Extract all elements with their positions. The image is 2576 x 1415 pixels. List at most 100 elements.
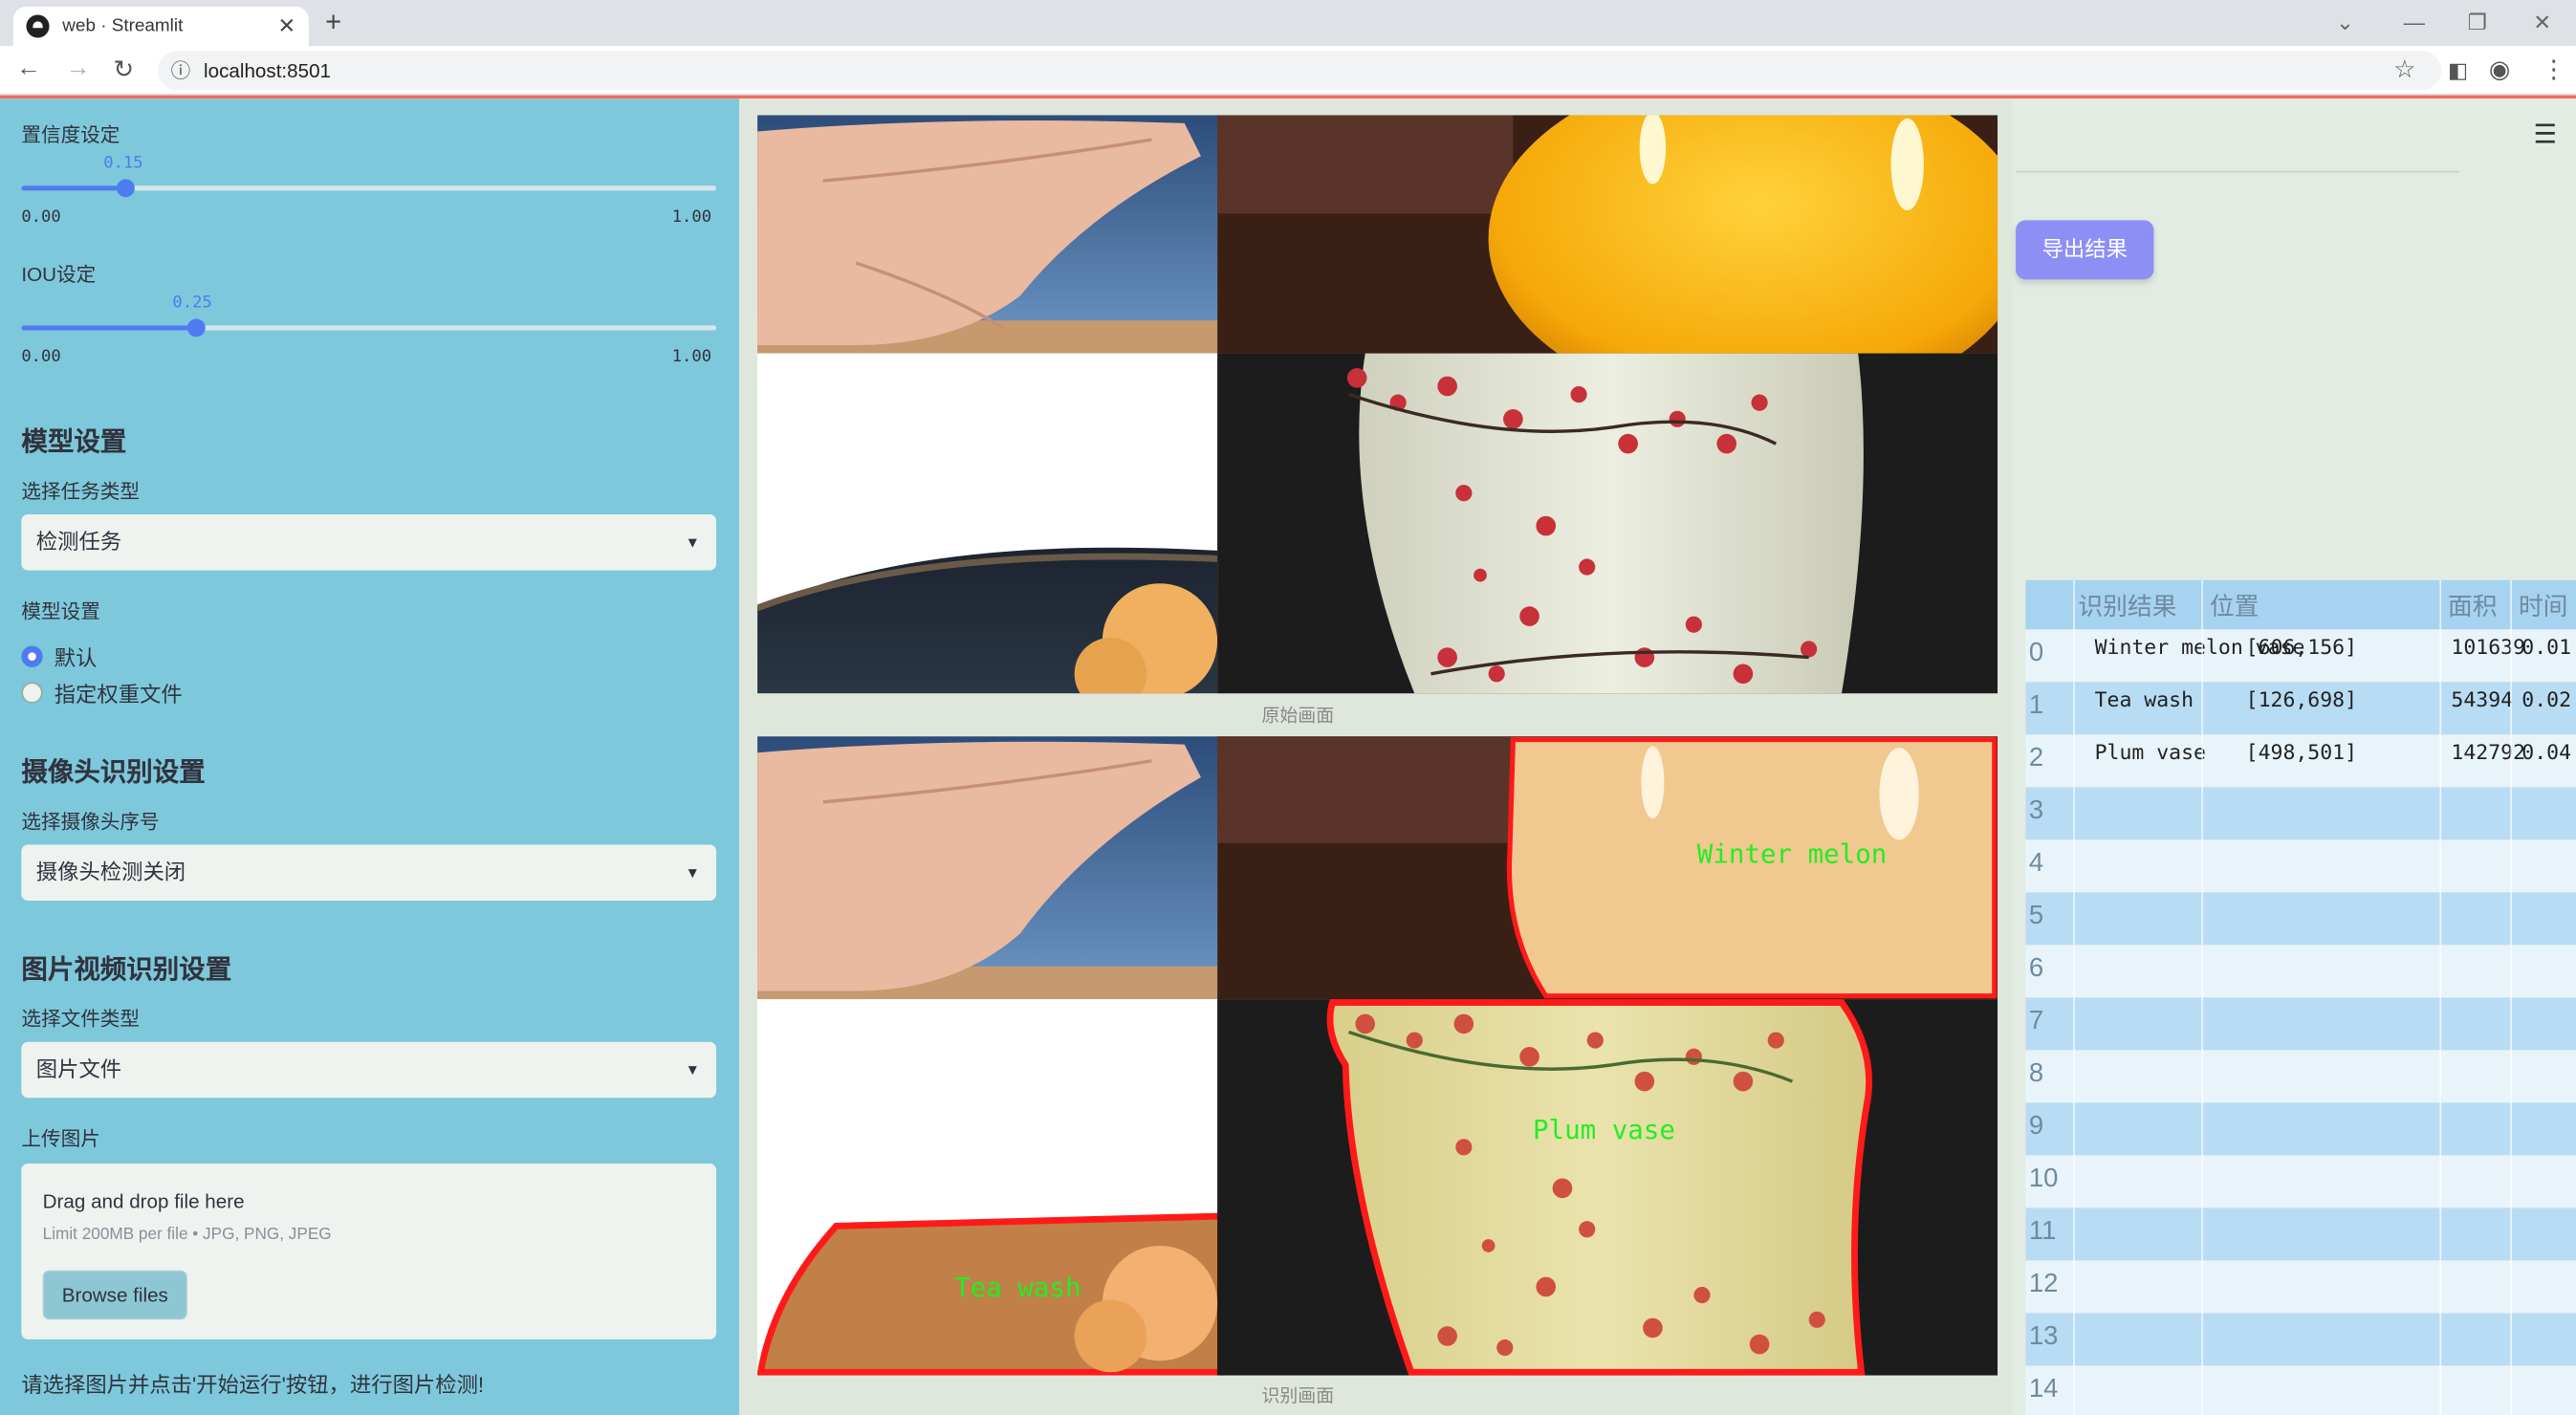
cell-area: 101639 xyxy=(2451,634,2526,660)
confidence-min: 0.00 xyxy=(21,208,61,228)
close-window-icon[interactable]: ✕ xyxy=(2533,10,2551,36)
header-area[interactable]: 面积 xyxy=(2448,588,2498,622)
table-row[interactable]: 14 xyxy=(2025,1365,2576,1415)
iou-slider[interactable] xyxy=(21,318,717,337)
back-icon[interactable]: ← xyxy=(16,54,41,82)
radio-default[interactable]: 默认 xyxy=(21,641,97,672)
info-icon[interactable]: ⓘ xyxy=(171,51,191,90)
upload-title: Drag and drop file here xyxy=(42,1189,245,1213)
profile-avatar-icon[interactable]: ◉ xyxy=(2489,54,2510,83)
column-divider xyxy=(2510,579,2512,1415)
radio-unselected-icon xyxy=(21,682,43,704)
row-index: 5 xyxy=(2028,902,2044,930)
table-row[interactable]: 2 Plum vase [498,501] 142792 0.04 xyxy=(2025,734,2576,788)
table-row[interactable]: 6 xyxy=(2025,945,2576,998)
plum-detection-label: Plum vase xyxy=(1533,1115,1675,1145)
restore-icon[interactable]: ❐ xyxy=(2468,10,2487,36)
row-index: 13 xyxy=(2028,1322,2059,1351)
table-row[interactable]: 7 xyxy=(2025,997,2576,1051)
row-index: 1 xyxy=(2028,691,2044,720)
row-index: 14 xyxy=(2028,1375,2059,1404)
confidence-slider-fill xyxy=(21,185,126,191)
row-index: 12 xyxy=(2028,1270,2059,1298)
original-image-canvas xyxy=(757,115,1998,694)
radio-selected-icon xyxy=(21,645,43,667)
cell-area: 54394 xyxy=(2451,686,2514,712)
row-index: 3 xyxy=(2028,796,2044,825)
original-caption: 原始画面 xyxy=(1261,707,1335,727)
row-index: 8 xyxy=(2028,1059,2044,1088)
model-setting-label: 模型设置 xyxy=(21,599,100,623)
table-row[interactable]: 11 xyxy=(2025,1208,2576,1261)
url-text: localhost:8501 xyxy=(204,58,332,82)
browser-tab[interactable]: web · Streamlit ✕ xyxy=(12,6,310,47)
cell-result: Plum vase xyxy=(2094,739,2206,765)
iou-value: 0.25 xyxy=(172,294,212,313)
table-row[interactable]: 3 xyxy=(2025,787,2576,840)
iou-slider-fill xyxy=(21,325,196,331)
bookmark-star-icon[interactable]: ☆ xyxy=(2393,54,2415,83)
header-time[interactable]: 时间 xyxy=(2519,588,2568,622)
forward-icon[interactable]: → xyxy=(66,54,91,82)
cell-position: [126,698] xyxy=(2245,686,2358,712)
minimize-icon[interactable]: — xyxy=(2404,10,2425,34)
new-tab-icon[interactable]: + xyxy=(325,7,341,39)
browser-tabbar: web · Streamlit ✕ + ⌄ — ❐ ✕ xyxy=(0,0,2576,47)
task-type-select[interactable]: 检测任务 ▼ xyxy=(21,514,717,571)
table-row[interactable]: 8 xyxy=(2025,1050,2576,1103)
radio-custom-weights[interactable]: 指定权重文件 xyxy=(21,677,183,708)
file-type-select[interactable]: 图片文件 ▼ xyxy=(21,1041,717,1099)
table-header: 识别结果 位置 面积 时间 xyxy=(2025,579,2576,630)
header-position[interactable]: 位置 xyxy=(2210,588,2259,622)
tab-title: web · Streamlit xyxy=(62,16,184,36)
table-row[interactable]: 0 Winter melon vase [606,156] 101639 0.01 xyxy=(2025,629,2576,683)
result-image-canvas: Winter melon Tea wash Plum vase xyxy=(757,736,1998,1376)
camera-value: 摄像头检测关闭 xyxy=(35,860,186,884)
result-caption: 识别画面 xyxy=(1261,1386,1335,1407)
confidence-max: 1.00 xyxy=(671,208,712,228)
browser-navbar: ← → ↻ ⓘ localhost:8501 ☆ ◧ ◉ ⋮ xyxy=(0,46,2576,96)
close-tab-icon[interactable]: ✕ xyxy=(278,13,296,40)
chevron-down-icon: ▼ xyxy=(685,1061,700,1078)
table-row[interactable]: 9 xyxy=(2025,1102,2576,1156)
cell-time: 0.04 xyxy=(2521,739,2572,765)
reload-icon[interactable]: ↻ xyxy=(114,54,135,83)
export-results-button[interactable]: 导出结果 xyxy=(2016,220,2154,280)
iou-slider-thumb[interactable] xyxy=(186,318,206,337)
browse-files-button[interactable]: Browse files xyxy=(42,1270,187,1320)
melon-detection-label: Winter melon xyxy=(1697,838,1888,869)
iou-max: 1.00 xyxy=(671,348,712,367)
cell-time: 0.01 xyxy=(2521,634,2572,660)
upload-label: 上传图片 xyxy=(21,1127,100,1151)
cell-time: 0.02 xyxy=(2521,686,2572,712)
row-index: 4 xyxy=(2028,849,2044,878)
result-image: Winter melon Tea wash Plum vase xyxy=(757,736,1998,1376)
header-result[interactable]: 识别结果 xyxy=(2078,588,2176,622)
confidence-value: 0.15 xyxy=(103,154,143,173)
radio-default-label: 默认 xyxy=(54,645,98,671)
column-divider xyxy=(2073,579,2075,1415)
row-index: 10 xyxy=(2028,1165,2059,1193)
upload-limit: Limit 200MB per file • JPG, PNG, JPEG xyxy=(42,1226,332,1245)
table-row[interactable]: 12 xyxy=(2025,1260,2576,1314)
chevron-down-icon[interactable]: ⌄ xyxy=(2336,10,2354,36)
row-index: 9 xyxy=(2028,1112,2044,1141)
table-row[interactable]: 13 xyxy=(2025,1313,2576,1366)
original-image xyxy=(757,115,1998,694)
cell-result: Tea wash xyxy=(2094,686,2194,712)
file-type-label: 选择文件类型 xyxy=(21,1007,141,1031)
table-row[interactable]: 1 Tea wash [126,698] 54394 0.02 xyxy=(2025,682,2576,735)
camera-section-title: 摄像头识别设置 xyxy=(21,759,206,788)
table-row[interactable]: 5 xyxy=(2025,892,2576,946)
browser-menu-icon[interactable]: ⋮ xyxy=(2542,54,2566,83)
table-row[interactable]: 10 xyxy=(2025,1155,2576,1208)
file-uploader-dropzone[interactable]: Drag and drop file here Limit 200MB per … xyxy=(21,1164,717,1339)
confidence-slider[interactable] xyxy=(21,179,717,198)
camera-select[interactable]: 摄像头检测关闭 ▼ xyxy=(21,844,717,901)
instruction-text: 请选择图片并点击'开始运行'按钮，进行图片检测! xyxy=(21,1372,485,1398)
hamburger-menu-icon[interactable]: ☰ xyxy=(2533,119,2557,151)
side-panel-icon[interactable]: ◧ xyxy=(2448,57,2468,84)
streamlit-favicon-icon xyxy=(26,14,50,38)
address-bar[interactable]: ⓘ localhost:8501 xyxy=(157,51,2442,91)
table-row[interactable]: 4 xyxy=(2025,839,2576,893)
